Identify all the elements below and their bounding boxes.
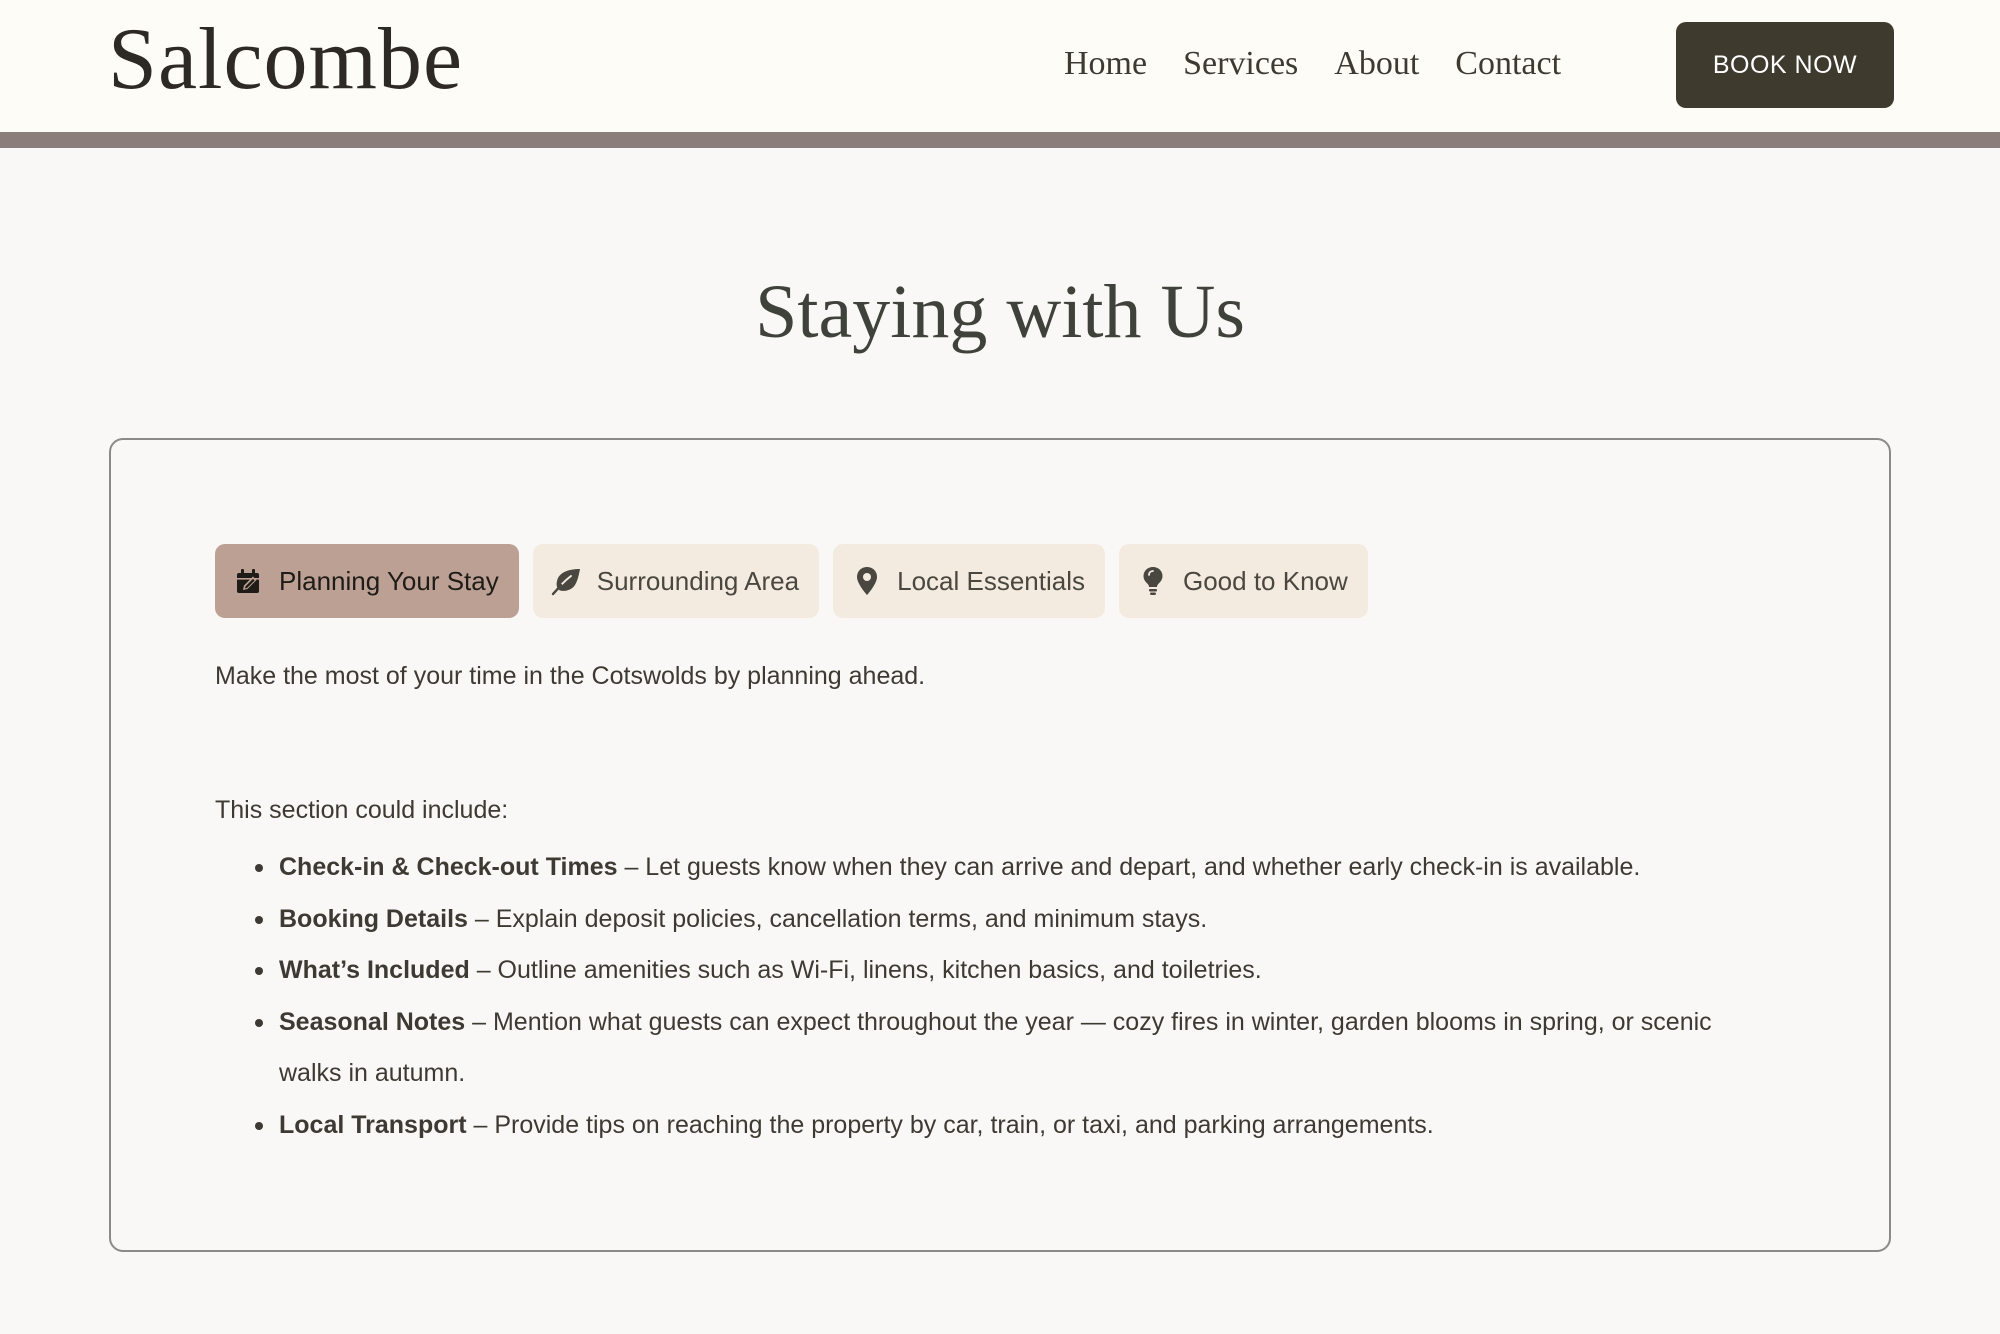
site-header: Salcombe Home Services About Contact BOO… xyxy=(0,0,2000,132)
site-logo[interactable]: Salcombe xyxy=(108,6,463,114)
bullet-icon xyxy=(255,864,263,872)
map-pin-icon xyxy=(851,565,883,597)
section-lead-text: This section could include: xyxy=(215,796,509,824)
header-divider-bar xyxy=(0,132,2000,148)
bullet-icon xyxy=(255,967,263,975)
bullet-icon xyxy=(255,1018,263,1027)
list-item: Booking Details – Explain deposit polici… xyxy=(215,894,1775,946)
list-item-term: Check-in & Check-out Times xyxy=(279,853,618,881)
list-item-term: Seasonal Notes xyxy=(279,1007,466,1036)
list-item-description: – Let guests know when they can arrive a… xyxy=(617,853,1641,881)
tab-bar: Planning Your Stay Surrounding Area Loca… xyxy=(215,544,1368,618)
calendar-edit-icon xyxy=(233,565,265,597)
tab-intro-text: Make the most of your time in the Cotswo… xyxy=(215,662,926,690)
bullet-icon xyxy=(255,1121,263,1130)
list-item-term: Booking Details xyxy=(279,904,468,933)
tab-label: Surrounding Area xyxy=(596,565,800,596)
list-item-term: Local Transport xyxy=(279,1110,467,1139)
nav-link-services[interactable]: Services xyxy=(1183,38,1298,90)
nav-link-home[interactable]: Home xyxy=(1064,38,1147,90)
list-item-description: – Mention what guests can expect through… xyxy=(279,1007,1712,1088)
list-item: What’s Included – Outline amenities such… xyxy=(215,945,1775,997)
page-title: Staying with Us xyxy=(755,270,1245,354)
tab-surrounding-area[interactable]: Surrounding Area xyxy=(532,544,820,618)
leaf-icon xyxy=(551,565,583,597)
list-item-description: – Provide tips on reaching the property … xyxy=(466,1110,1434,1139)
tab-local-essentials[interactable]: Local Essentials xyxy=(833,544,1105,618)
list-item: Check-in & Check-out Times – Let guests … xyxy=(215,842,1775,894)
feature-list: Check-in & Check-out Times – Let guests … xyxy=(215,842,1775,1151)
lightbulb-icon xyxy=(1137,565,1169,597)
list-item-description: – Outline amenities such as Wi-Fi, linen… xyxy=(469,956,1262,984)
book-now-button[interactable]: BOOK NOW xyxy=(1676,22,1894,108)
bullet-icon xyxy=(255,915,263,924)
nav-link-about[interactable]: About xyxy=(1334,38,1419,90)
tab-good-to-know[interactable]: Good to Know xyxy=(1119,544,1368,618)
list-item: Local Transport – Provide tips on reachi… xyxy=(215,1100,1775,1152)
main-nav: Home Services About Contact xyxy=(1064,38,1597,90)
list-item: Seasonal Notes – Mention what guests can… xyxy=(215,997,1775,1100)
list-item-term: What’s Included xyxy=(279,956,470,984)
info-card: Planning Your Stay Surrounding Area Loca… xyxy=(109,438,1891,1252)
tab-label: Good to Know xyxy=(1183,565,1348,596)
list-item-description: – Explain deposit policies, cancellation… xyxy=(467,904,1208,933)
tab-label: Planning Your Stay xyxy=(279,565,499,596)
tab-planning-your-stay[interactable]: Planning Your Stay xyxy=(215,544,519,618)
tab-label: Local Essentials xyxy=(897,565,1085,596)
nav-link-contact[interactable]: Contact xyxy=(1455,38,1561,90)
